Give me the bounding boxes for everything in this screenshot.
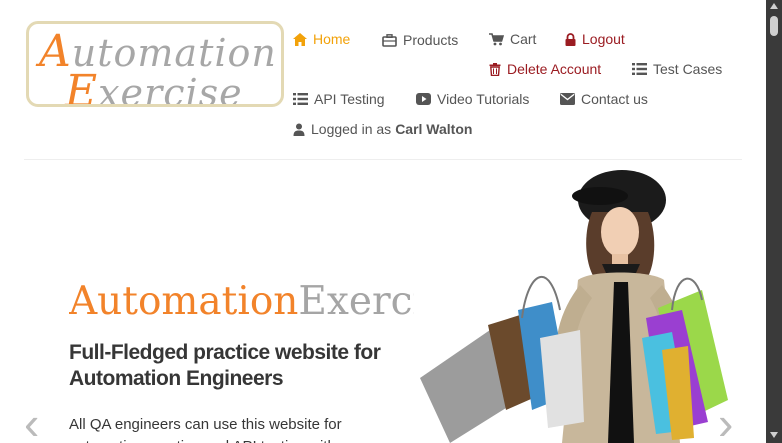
scroll-up-arrow[interactable]	[770, 3, 778, 9]
site-logo[interactable]: Automation Exercise	[26, 21, 284, 107]
video-icon	[416, 93, 431, 105]
hero-title-exercise: Exercise	[298, 280, 414, 324]
nav-cart[interactable]: Cart	[489, 31, 536, 47]
carousel-prev-button[interactable]: ‹	[24, 400, 39, 443]
list-icon	[293, 93, 308, 105]
nav-cart-label: Cart	[510, 31, 537, 47]
nav-api-testing-label: API Testing	[314, 91, 385, 107]
logo-text-2: xercise	[98, 71, 243, 107]
hero-description: All QA engineers can use this website fo…	[69, 416, 342, 443]
page: Automation Exercise Home Products Cart L…	[0, 0, 766, 443]
logged-in-user: Carl Walton	[395, 121, 473, 137]
envelope-icon	[560, 93, 575, 105]
nav-products[interactable]: Products	[382, 32, 458, 48]
hero-subtitle: Full-Fledged practice website for Automa…	[69, 341, 381, 390]
list-icon	[632, 63, 647, 75]
trash-icon	[489, 62, 501, 76]
nav-home-label: Home	[313, 31, 351, 47]
scroll-down-arrow[interactable]	[770, 432, 778, 438]
nav-test-cases[interactable]: Test Cases	[632, 61, 722, 77]
hero-image-shopping-girl	[420, 170, 728, 443]
nav-logout-label: Logout	[582, 31, 625, 47]
user-icon	[293, 123, 305, 136]
page-scrollbar[interactable]	[766, 0, 782, 443]
logged-in-status: Logged in as Carl Walton	[293, 121, 472, 137]
nav-logout[interactable]: Logout	[565, 31, 625, 47]
lock-icon	[565, 32, 576, 46]
nav-delete-account[interactable]: Delete Account	[489, 61, 601, 77]
nav-home[interactable]: Home	[293, 31, 350, 47]
nav-contact-us-label: Contact us	[581, 91, 648, 107]
logo-line-2: Exercise	[65, 66, 243, 107]
cart-icon	[489, 32, 504, 45]
nav-delete-account-label: Delete Account	[507, 61, 602, 77]
scroll-thumb[interactable]	[770, 16, 778, 36]
nav-products-label: Products	[403, 32, 459, 48]
nav-api-testing[interactable]: API Testing	[293, 91, 385, 107]
nav-video-tutorials-label: Video Tutorials	[437, 91, 530, 107]
nav-contact-us[interactable]: Contact us	[560, 91, 648, 107]
logged-in-prefix: Logged in as	[311, 121, 392, 137]
briefcase-icon	[382, 33, 397, 47]
nav-test-cases-label: Test Cases	[653, 61, 723, 77]
hero-title: AutomationExercise	[69, 280, 414, 324]
nav-video-tutorials[interactable]: Video Tutorials	[416, 91, 529, 107]
carousel-next-button[interactable]: ›	[718, 400, 733, 443]
logo-cap-e: E	[65, 66, 99, 107]
home-icon	[293, 32, 307, 46]
hero-title-automation: Automation	[69, 280, 299, 324]
